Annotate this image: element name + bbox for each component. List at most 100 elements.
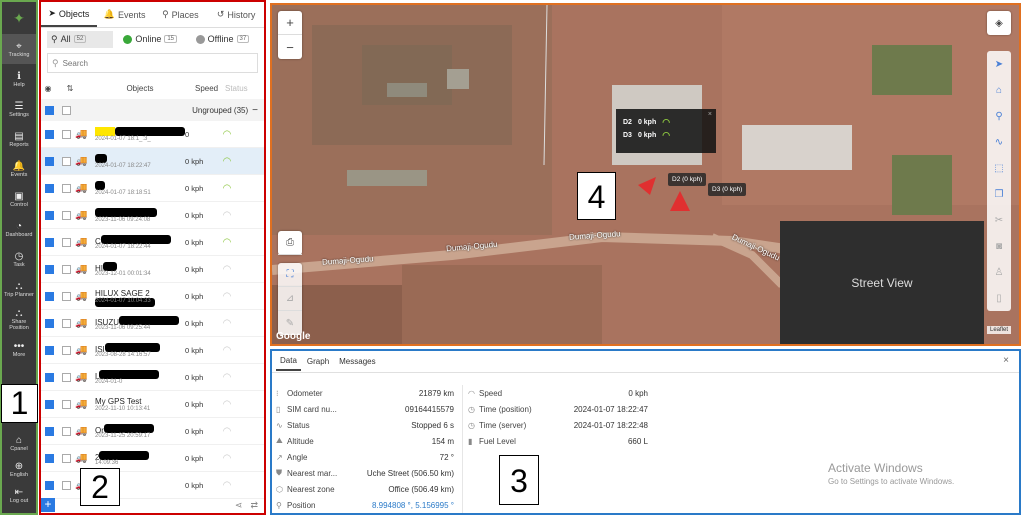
filter-online[interactable]: Online 15 [119, 31, 185, 47]
tab-messages[interactable]: Messages [335, 353, 379, 370]
tab-objects[interactable]: ➤ Objects [41, 2, 97, 27]
nav-item-more[interactable]: ••• More [2, 334, 36, 364]
nav-item-cpanel[interactable]: ⌂ Cpanel [2, 430, 36, 456]
visible-checkbox[interactable] [44, 372, 54, 382]
street-view-person-icon[interactable]: ♙ [987, 259, 1011, 285]
visible-checkbox[interactable] [44, 183, 54, 193]
group-select-checkbox[interactable] [61, 105, 71, 115]
share-icon[interactable]: ⋖ [235, 500, 243, 511]
add-object-button[interactable]: + [41, 498, 55, 512]
filter-all[interactable]: ⚲ All 52 [47, 30, 114, 48]
marker-label-d2[interactable]: D2 (0 kph) [668, 173, 707, 186]
nav-item-tracking[interactable]: ⌖ Tracking [2, 34, 36, 64]
table-row[interactable]: 🚚 HILUX SAGE 2 2024-01-07 10:04:33 0 kph ◠ [41, 283, 264, 310]
select-checkbox[interactable] [61, 318, 71, 328]
table-row[interactable]: 🚚 2024-01-07 18:1_:3_ 0 ◠ [41, 121, 264, 148]
table-row[interactable]: 🚚 Or 2023-11-25 20:59:17 0 kph ◠ [41, 418, 264, 445]
select-checkbox[interactable] [61, 237, 71, 247]
select-checkbox[interactable] [61, 453, 71, 463]
table-row[interactable]: 🚚 2 14:09:36 0 kph ◠ [41, 445, 264, 472]
eye-icon[interactable]: ◉ [41, 84, 55, 93]
scissors-icon[interactable]: ✂ [987, 207, 1011, 233]
select-checkbox[interactable] [61, 372, 71, 382]
visible-checkbox[interactable] [44, 291, 54, 301]
data-value[interactable]: 8.994808 °, 5.156995 ° [372, 501, 454, 510]
visible-checkbox[interactable] [44, 345, 54, 355]
visible-checkbox[interactable] [44, 156, 54, 166]
group-header[interactable]: Ungrouped (35) − [41, 99, 264, 121]
ruler-icon[interactable]: ⊿ [278, 287, 302, 311]
route-icon[interactable]: ∿ [987, 129, 1011, 155]
tab-graph[interactable]: Graph [303, 353, 333, 370]
group-visible-checkbox[interactable] [44, 105, 54, 115]
select-area-icon[interactable]: ⬚ [987, 155, 1011, 181]
search-input[interactable] [62, 58, 257, 68]
table-row[interactable]: 🚚C-10 kph◠ [41, 472, 264, 499]
nav-item-trip-planner[interactable]: ⛬ Trip Planner [2, 274, 36, 304]
table-row[interactable]: 🚚 ISUZU 2023-11-06 09:25:44 0 kph ◠ [41, 310, 264, 337]
marker-label-d3[interactable]: D3 (0 kph) [708, 183, 747, 196]
zoom-out-button[interactable]: − [278, 35, 302, 59]
tab-events[interactable]: 🔔 Events [97, 2, 153, 27]
table-row[interactable]: 🚚 HI 2023-12-01 00:01:34 0 kph ◠ [41, 256, 264, 283]
table-row[interactable]: 🚚 L 2024-01-0 0 kph ◠ [41, 364, 264, 391]
nav-item-control[interactable]: ▣ Control [2, 184, 36, 214]
leaflet-attribution[interactable]: Leaflet [986, 326, 1011, 334]
nav-item-events[interactable]: 🔔 Events [2, 154, 36, 184]
visible-checkbox[interactable] [44, 237, 54, 247]
tab-history[interactable]: ↺ History [208, 2, 264, 27]
visible-checkbox[interactable] [44, 453, 54, 463]
nav-item-log-out[interactable]: ⇤ Log out [2, 482, 36, 508]
select-checkbox[interactable] [61, 345, 71, 355]
tab-data[interactable]: Data [276, 352, 301, 371]
layers-icon[interactable]: ◈ [987, 11, 1011, 35]
table-row[interactable]: 🚚 My GPS Test 2022-11-10 10:13:41 0 kph ◠ [41, 391, 264, 418]
table-row[interactable]: 🚚 2024-01-07 18:22:47 0 kph ◠ [41, 148, 264, 175]
visible-checkbox[interactable] [44, 264, 54, 274]
select-checkbox[interactable] [61, 480, 71, 490]
select-checkbox[interactable] [61, 129, 71, 139]
pin-icon[interactable]: ⚲ [987, 103, 1011, 129]
tab-places[interactable]: ⚲ Places [153, 2, 209, 27]
filter-offline[interactable]: Offline 37 [192, 31, 258, 47]
visible-checkbox[interactable] [44, 318, 54, 328]
select-checkbox[interactable] [61, 210, 71, 220]
camera-icon[interactable]: ◙ [987, 233, 1011, 259]
map-view[interactable]: + − ⎙ ⛶ ⊿ ✎ ◈ ➤ ⌂ ⚲ ∿ ⬚ ❐ ✂ ◙ ♙ ▯ × D2 0 … [270, 3, 1021, 346]
visible-checkbox[interactable] [44, 129, 54, 139]
visible-checkbox[interactable] [44, 480, 54, 490]
nav-item-task[interactable]: ◷ Task [2, 244, 36, 274]
nav-item-reports[interactable]: ▤ Reports [2, 124, 36, 154]
traffic-light-icon[interactable]: ▯ [987, 285, 1011, 311]
table-row[interactable]: 🚚 ISI 2023-08-28 14:16:57 0 kph ◠ [41, 337, 264, 364]
select-checkbox[interactable] [61, 399, 71, 409]
nav-item-dashboard[interactable]: ◔ Dashboard [2, 214, 36, 244]
zoom-in-button[interactable]: + [278, 11, 302, 35]
nav-item-share-position[interactable]: ⛬ Share Position [2, 304, 36, 334]
select-checkbox[interactable] [61, 426, 71, 436]
table-row[interactable]: 🚚 2024-01-07 18:18:51 0 kph ◠ [41, 175, 264, 202]
refresh-icon[interactable]: ⇄ [250, 500, 258, 511]
visible-checkbox[interactable] [44, 399, 54, 409]
close-icon[interactable]: × [1003, 355, 1009, 366]
nav-item-help[interactable]: ℹ Help [2, 64, 36, 94]
copy-icon[interactable]: ❐ [987, 181, 1011, 207]
nav-item-settings[interactable]: ☰ Settings [2, 94, 36, 124]
fullscreen-icon[interactable]: ⛶ [278, 263, 302, 287]
tag-icon[interactable]: ⌂ [987, 77, 1011, 103]
visible-checkbox[interactable] [44, 210, 54, 220]
select-checkbox[interactable] [61, 291, 71, 301]
collapse-icon[interactable]: − [252, 105, 258, 116]
nav-item-english[interactable]: ⊕ English [2, 456, 36, 482]
visible-checkbox[interactable] [44, 426, 54, 436]
select-checkbox[interactable] [61, 183, 71, 193]
street-view-panel[interactable]: Street View [780, 221, 984, 344]
select-checkbox[interactable] [61, 156, 71, 166]
sort-icon[interactable]: ⇅ [55, 84, 85, 93]
table-row[interactable]: 🚚 C 2024-01-07 18:22:44 0 kph ◠ [41, 229, 264, 256]
close-icon[interactable]: × [708, 111, 712, 118]
table-row[interactable]: 🚚 2023-11-06 09:24:08 0 kph ◠ [41, 202, 264, 229]
select-checkbox[interactable] [61, 264, 71, 274]
navigation-icon[interactable]: ➤ [987, 51, 1011, 77]
print-icon[interactable]: ⎙ [278, 231, 302, 255]
